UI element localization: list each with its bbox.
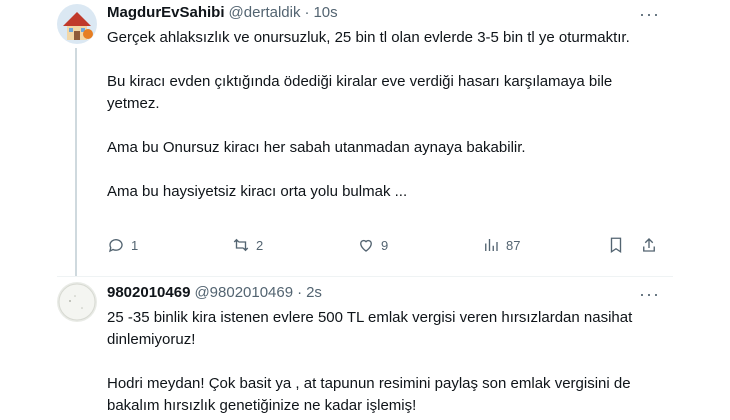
more-options-button[interactable]: ··· xyxy=(639,285,660,303)
house-avatar-icon xyxy=(57,4,97,44)
retweet-icon xyxy=(233,238,249,252)
tweet-text: Gerçek ahlaksızlık ve onursuzluk, 25 bin… xyxy=(107,29,630,200)
avatar[interactable] xyxy=(57,282,97,322)
views-chart-icon xyxy=(485,239,498,251)
reply-icon xyxy=(109,239,123,253)
display-name[interactable]: MagdurEvSahibi xyxy=(107,4,225,21)
thread-line xyxy=(75,48,77,276)
heart-icon xyxy=(360,239,372,252)
separator: · xyxy=(297,284,303,301)
reply-count: 1 xyxy=(131,237,139,253)
tweet-1[interactable]: MagdurEvSahibi @dertaldik · 10s ··· Gerç… xyxy=(0,0,730,277)
bookmark-button[interactable] xyxy=(607,236,625,254)
default-avatar-icon xyxy=(57,282,97,322)
like-button[interactable]: 9 xyxy=(357,236,388,254)
tweet-text: 25 -35 binlik kira istenen evlere 500 TL… xyxy=(107,309,633,414)
timestamp[interactable]: 2s xyxy=(306,284,322,301)
bookmark-icon xyxy=(610,237,622,254)
views-button[interactable]: 87 xyxy=(482,236,520,254)
separator: · xyxy=(304,4,310,21)
reply-button[interactable]: 1 xyxy=(107,236,138,254)
like-count: 9 xyxy=(381,237,389,253)
retweet-count: 2 xyxy=(256,237,264,253)
share-button[interactable] xyxy=(640,236,658,254)
timestamp[interactable]: 10s xyxy=(313,4,337,21)
more-options-button[interactable]: ··· xyxy=(639,5,660,23)
tweet-header: MagdurEvSahibi @dertaldik · 10s xyxy=(107,4,338,21)
tweet-2[interactable]: 9802010469 @9802010469 · 2s ··· 25 -35 b… xyxy=(0,277,730,420)
avatar[interactable] xyxy=(57,4,97,44)
display-name[interactable]: 9802010469 xyxy=(107,284,190,301)
action-bar: 1 2 9 87 xyxy=(107,236,662,256)
handle[interactable]: @9802010469 xyxy=(194,284,293,301)
tweet-header: 9802010469 @9802010469 · 2s xyxy=(107,284,322,301)
retweet-button[interactable]: 2 xyxy=(232,236,263,254)
share-icon xyxy=(643,238,655,252)
views-count: 87 xyxy=(506,237,521,253)
handle[interactable]: @dertaldik xyxy=(229,4,301,21)
